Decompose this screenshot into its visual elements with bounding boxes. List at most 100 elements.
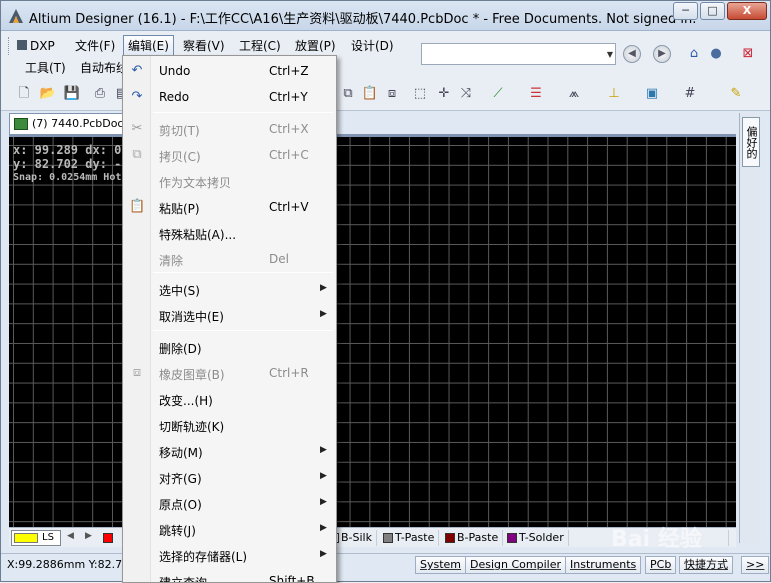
edit-menu-item-label: 特殊粘贴(A)... [159,228,237,242]
menu-dxp[interactable]: DXP [13,35,59,57]
dropdown-nav-icon[interactable]: ● [707,45,725,63]
maximize-button[interactable]: □ [700,2,725,20]
edit-menu-item[interactable]: 建立查询 Shift+B [123,568,336,582]
title-bar[interactable]: Altium Designer (16.1) - F:\工作CC\A16\生产资… [1,1,770,31]
menu-view[interactable]: 察看(V) [179,35,229,57]
menu-design[interactable]: 设计(D) [347,35,398,57]
status-design-compiler-button[interactable]: Design Compiler [465,556,566,574]
redo-icon: ↷ [131,89,143,104]
copy-toolbar-icon[interactable]: ⧉ [339,85,357,103]
move-icon[interactable]: ✛ [435,85,453,103]
edit-menu-item-label: 删除(D) [159,342,202,356]
menubar-grip[interactable] [8,37,11,55]
close-button[interactable]: X [727,2,767,20]
pcb-canvas[interactable]: x: 99.289 dx: 0. y: 82.702 dy: -1.0 Snap… [9,137,736,527]
layer-tab-top[interactable] [101,530,123,546]
status-instruments-button[interactable]: Instruments [565,556,642,574]
edit-menu-item-label: 选中(S) [159,284,200,298]
status-shortcuts-button[interactable]: 快捷方式 [679,556,733,574]
close-doc-icon[interactable]: ⊠ [739,45,757,63]
edit-menu-item-label: 剪切(T) [159,124,200,138]
pencil-icon[interactable]: ✎ [727,85,745,103]
route-icon[interactable]: ⟋ [489,85,507,103]
altium-logo-icon [9,9,23,23]
deselect-icon[interactable]: ⤨ [457,85,475,103]
open-folder-icon[interactable]: 📂 [39,85,57,103]
layer-set-selector[interactable]: LS [11,530,61,546]
submenu-arrow-icon: ▶ [320,283,327,293]
status-system-button[interactable]: System [415,556,467,574]
forward-icon[interactable]: ▶ [653,45,671,63]
edit-menu-item-label: 取消选中(E) [159,310,224,324]
edit-menu-item[interactable]: 改变...(H) [123,386,336,412]
edit-menu-item[interactable]: 选择的存储器(L) ▶ [123,542,336,568]
layer-name: T-Paste [395,531,435,544]
edit-menu-item[interactable]: 📋 粘贴(P) Ctrl+V [123,194,336,220]
side-panel: 偏好的 [739,113,761,543]
edit-menu-item-label: 原点(O) [159,498,202,512]
back-icon[interactable]: ◀ [623,45,641,63]
menu-tools[interactable]: 工具(T) [21,57,70,79]
layer-color-swatch [103,533,113,543]
edit-menu-item: 作为文本拷贝 [123,168,336,194]
edit-menu-item[interactable]: 移动(M) ▶ [123,438,336,464]
print-icon[interactable]: ⎙ [91,85,109,103]
layer-color-swatch [507,533,517,543]
layer-tab-b-paste[interactable]: B-Paste [443,530,504,546]
document-tab[interactable]: (7) 7440.PcbDoc * [9,113,127,135]
window-title: Altium Designer (16.1) - F:\工作CC\A16\生产资… [29,12,697,27]
align-icon[interactable]: ☰ [527,85,545,103]
menu-place[interactable]: 放置(P) [291,35,340,57]
paste-toolbar-icon[interactable]: 📋 [361,85,379,103]
minimize-button[interactable]: ─ [673,2,698,20]
edit-menu-item[interactable]: 删除(D) [123,334,336,360]
status-more-button[interactable]: >> [741,556,770,574]
edit-menu-item[interactable]: 跳转(J) ▶ [123,516,336,542]
submenu-arrow-icon: ▶ [320,445,327,455]
rubber-stamp-toolbar-icon[interactable]: ⧈ [383,85,401,103]
status-pcb-button[interactable]: PCb [645,556,677,574]
submenu-arrow-icon: ▶ [320,497,327,507]
edit-menu-item-label: 作为文本拷贝 [159,176,232,190]
status-bar: X:99.2886mm Y:82.702 System Design Compi… [1,553,770,581]
toolbar-area: DXP 文件(F) 编辑(E) 察看(V) 工程(C) 放置(P) 设计(D) … [1,31,770,111]
menu-separator [153,272,333,273]
edit-menu-item-shortcut: Ctrl+V [269,200,309,214]
room-icon[interactable]: ▣ [643,85,661,103]
edit-menu-item[interactable]: 对齐(G) ▶ [123,464,336,490]
app-window: Altium Designer (16.1) - F:\工作CC\A16\生产资… [0,0,771,583]
dimension-icon[interactable]: ⊥ [605,85,623,103]
layer-scroll-left-icon[interactable]: ◀ [67,531,74,541]
edit-menu-item-label: 橡皮图章(B) [159,368,225,382]
edit-menu-item[interactable]: 取消选中(E) ▶ [123,302,336,328]
paste-icon: 📋 [129,199,146,214]
layer-scroll-right-icon[interactable]: ▶ [85,531,92,541]
edit-menu-item[interactable]: ↷ Redo Ctrl+Y [123,84,336,110]
chevron-down-icon[interactable]: ▼ [607,50,613,59]
grid-icon[interactable]: # [681,85,699,103]
cursor-coordinates: X:99.2886mm Y:82.702 [7,558,125,571]
menu-edit[interactable]: 编辑(E) [123,35,174,57]
new-document-icon[interactable]: 🗋 [15,85,33,103]
edit-menu-item[interactable]: 原点(O) ▶ [123,490,336,516]
edit-menu-item[interactable]: 切断轨迹(K) [123,412,336,438]
edit-menu-item[interactable]: 选中(S) ▶ [123,276,336,302]
home-icon[interactable]: ⌂ [685,45,703,63]
layer-tab-t-paste[interactable]: T-Paste [381,530,440,546]
save-icon[interactable]: 💾 [63,85,81,103]
navigation-address-input[interactable]: ▼ [421,43,616,65]
pcb-document-icon [14,118,28,130]
current-layer-swatch [14,533,38,543]
menu-file[interactable]: 文件(F) [71,35,119,57]
layer-tab-t-solder[interactable]: T-Solder [505,530,569,546]
select-area-icon[interactable]: ⬚ [411,85,429,103]
annotation-arrow-icon [197,403,276,467]
component-icon[interactable]: ⩕ [565,85,583,103]
edit-menu-item[interactable]: 特殊粘贴(A)... [123,220,336,246]
menu-project[interactable]: 工程(C) [235,35,285,57]
edit-menu-item[interactable]: ↶ Undo Ctrl+Z [123,58,336,84]
favorites-panel-tab[interactable]: 偏好的 [742,117,760,167]
menu-dxp-label: DXP [30,39,55,53]
layer-color-swatch [445,533,455,543]
edit-menu-item: ⧈ 橡皮图章(B) Ctrl+R [123,360,336,386]
